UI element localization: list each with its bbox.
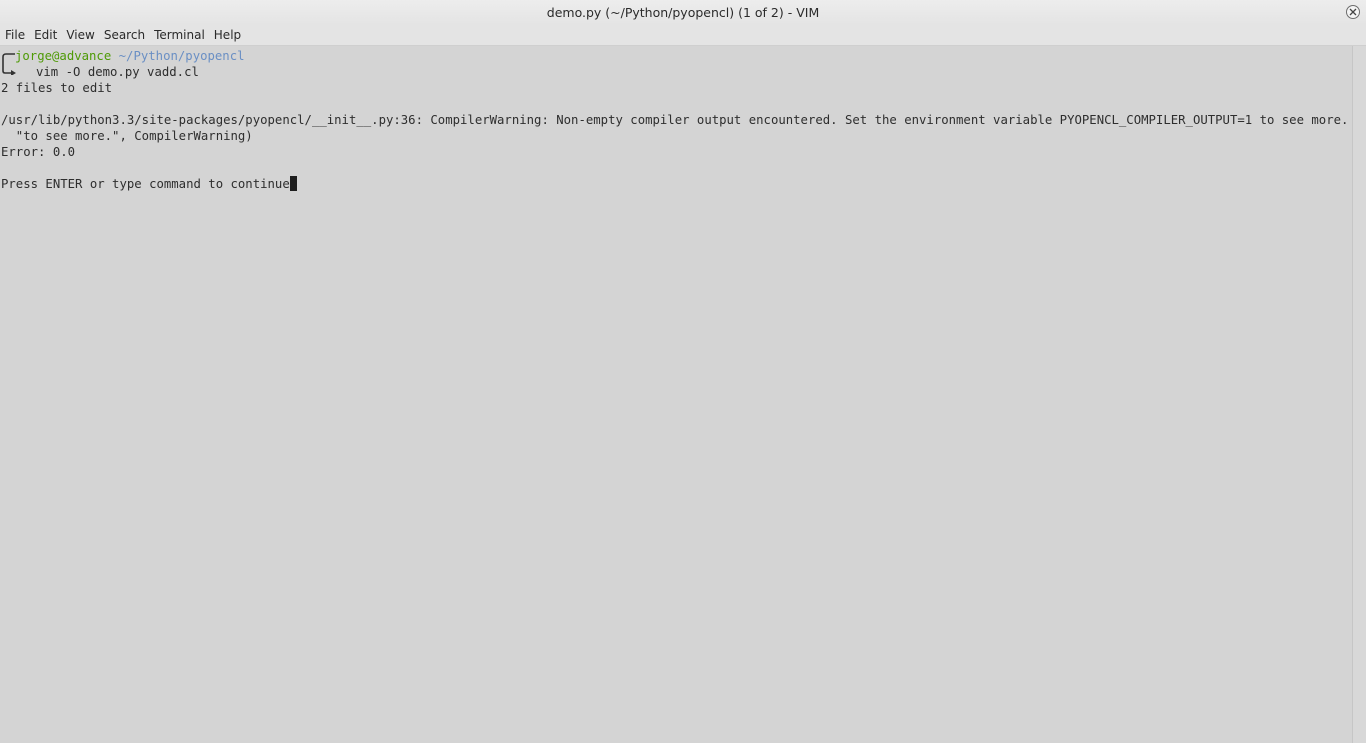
menu-help[interactable]: Help	[209, 28, 245, 42]
prompt-line: jorge@advance ~/Python/pyopencl	[15, 48, 245, 64]
menu-edit[interactable]: Edit	[29, 28, 61, 42]
vertical-scrollbar[interactable]	[1352, 46, 1366, 743]
title-bar[interactable]: demo.py (~/Python/pyopencl) (1 of 2) - V…	[0, 0, 1366, 25]
menu-view[interactable]: View	[61, 28, 98, 42]
prompt-path: ~/Python/pyopencl	[118, 49, 245, 63]
menu-bar: File Edit View Search Terminal Help	[0, 25, 1366, 46]
menu-file[interactable]: File	[0, 28, 29, 42]
terminal-output[interactable]: jorge@advance ~/Python/pyopencl vim -O d…	[0, 46, 1352, 743]
close-icon	[1349, 8, 1357, 16]
output-line: Error: 0.0	[1, 145, 76, 159]
prompt-user-host: jorge@advance	[15, 49, 112, 63]
close-button[interactable]	[1346, 5, 1360, 19]
output-line: "to see more.", CompilerWarning)	[1, 129, 253, 143]
continue-prompt-line: Press ENTER or type command to continue	[1, 176, 297, 192]
terminal-window: demo.py (~/Python/pyopencl) (1 of 2) - V…	[0, 0, 1366, 743]
text-cursor	[289, 176, 297, 191]
window-title: demo.py (~/Python/pyopencl) (1 of 2) - V…	[546, 5, 820, 20]
menu-terminal[interactable]: Terminal	[149, 28, 209, 42]
continue-prompt-text: Press ENTER or type command to continue	[1, 177, 290, 191]
output-line: 2 files to edit	[1, 81, 113, 95]
menu-search[interactable]: Search	[99, 28, 149, 42]
output-line: /usr/lib/python3.3/site-packages/pyopenc…	[1, 113, 1349, 127]
command-line: vim -O demo.py vadd.cl	[36, 65, 199, 79]
